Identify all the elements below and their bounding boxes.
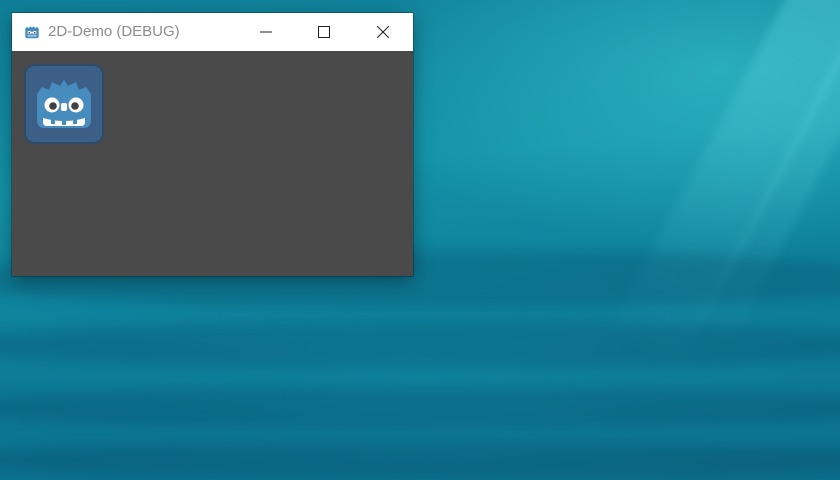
game-viewport[interactable] bbox=[12, 51, 413, 276]
maximize-button[interactable] bbox=[295, 13, 353, 51]
minimize-icon bbox=[260, 31, 272, 33]
wallpaper-wave bbox=[0, 385, 840, 430]
godot-icon bbox=[23, 23, 41, 41]
minimize-button[interactable] bbox=[237, 13, 295, 51]
wallpaper-wave bbox=[0, 320, 840, 370]
close-button[interactable] bbox=[354, 13, 412, 51]
godot-logo bbox=[24, 64, 104, 144]
game-window[interactable]: 2D-Demo (DEBUG) bbox=[12, 13, 413, 276]
window-titlebar[interactable]: 2D-Demo (DEBUG) bbox=[12, 13, 413, 51]
close-icon bbox=[377, 26, 389, 38]
window-title: 2D-Demo (DEBUG) bbox=[48, 23, 180, 40]
wallpaper-wave bbox=[0, 440, 840, 480]
desktop-wallpaper: 2D-Demo (DEBUG) bbox=[0, 0, 840, 480]
maximize-icon bbox=[318, 26, 330, 38]
